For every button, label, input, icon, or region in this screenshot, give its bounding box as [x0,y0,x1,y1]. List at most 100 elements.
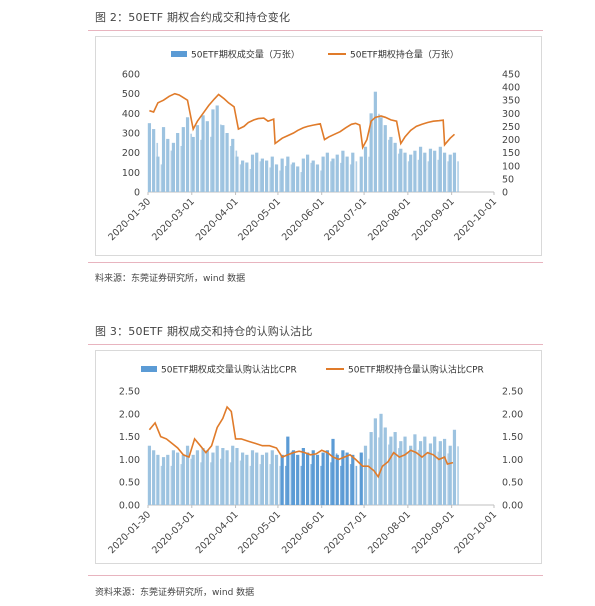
legend-swatch-bar [171,51,187,57]
bar [147,123,152,192]
bar [452,429,457,505]
bar [379,413,383,505]
bar [152,129,156,192]
bar [205,121,209,192]
figure-1-rule-bottom [88,262,543,263]
bar [201,115,205,192]
bar [413,434,417,505]
bar [221,125,225,192]
bar [409,154,413,192]
bar [235,156,239,192]
bar [280,158,284,192]
bar [274,164,279,192]
bar [359,156,363,192]
x-tick-label: 2020-08-01 [366,509,413,556]
bar [195,125,200,192]
bar [399,441,403,505]
y-left-tick-label: 0.50 [119,478,140,489]
bar [363,445,368,505]
y-right-tick-label: 2.50 [502,387,523,398]
figure-1-rule [88,30,543,31]
bar [399,148,403,192]
y-left-tick-label: 200 [122,148,140,159]
y-left-tick-label: 400 [122,109,140,120]
bar [255,452,259,505]
x-tick-label: 2020-07-01 [322,509,369,556]
bar [176,133,180,192]
bar [452,152,457,192]
bar [321,156,325,192]
bar [305,154,310,192]
y-left-tick-label: 300 [122,129,140,140]
y-left-tick-label: 600 [122,70,140,81]
bar [296,454,300,505]
bar [335,154,339,192]
bar [448,154,452,192]
bar [245,454,249,505]
x-tick-label: 2020-04-01 [194,509,241,556]
bar [423,152,427,192]
y-right-tick-label: 100 [502,161,520,172]
bar [265,452,269,505]
y-right-tick-label: 450 [502,70,520,81]
bar [442,438,447,505]
bar [176,452,180,505]
y-left-tick-label: 0.00 [119,501,140,512]
legend-label: 50ETF期权成交量（万张） [191,49,300,61]
bar [270,156,274,192]
bar [161,457,166,505]
bar [255,152,259,192]
bar [418,441,423,505]
bar [418,146,423,192]
bar [389,136,393,192]
bar [241,160,245,192]
figure-2-source: 资料来源：东莞证券研究所，wind 数据 [95,588,255,598]
bar [457,446,459,505]
x-tick-label: 2020-07-01 [322,196,369,243]
bar [413,150,417,192]
x-tick-label: 2020-08-01 [366,196,413,243]
bar [231,445,235,505]
chart-1: 0 100 200 300 400 500 600 0 50 100 150 200 250 300 350… [106,49,520,244]
bar [345,156,349,192]
series-line [149,92,456,150]
bar [156,156,160,192]
bar [225,133,229,192]
bar [325,152,329,192]
bar [291,450,296,505]
bar [311,160,315,192]
bar [181,454,185,505]
bar [215,445,219,505]
bar [231,138,235,192]
chart-1-container: 0 100 200 300 400 500 600 0 50 100 150 200 250 300 350… [95,36,542,256]
bar [235,448,239,505]
y-left-tick-label: 500 [122,89,140,100]
bar [156,454,160,505]
figure-2-rule-bottom [88,575,543,576]
bar [166,454,170,505]
y-right-tick-label: 2.00 [502,409,523,420]
bar [379,117,383,192]
bar [225,450,229,505]
bar [171,142,176,192]
x-tick-label: 2020-06-01 [280,196,327,243]
bar [389,436,393,505]
figure-2-caption: 图 3：50ETF 期权成交和持仓的认购认沽比 [95,325,313,338]
bar [442,152,447,192]
y-left-tick-label: 2.00 [119,409,140,420]
bar [205,450,209,505]
bar [195,450,200,505]
x-tick-label: 2020-01-30 [106,196,153,243]
y-right-tick-label: 0 [502,188,508,199]
legend-swatch-bar [141,366,157,372]
bar [383,125,387,192]
bar [265,160,269,192]
chart-2: 0.00 0.50 1.00 1.50 2.00 2.50 0.00 0.50 1.00 1.50… [106,364,523,557]
x-tick-label: 2020-03-01 [150,196,197,243]
bar [341,150,345,192]
bar [311,450,315,505]
x-tick-label: 2020-01-30 [106,509,153,556]
bar [274,454,279,505]
bar [351,152,355,192]
bar [241,452,245,505]
